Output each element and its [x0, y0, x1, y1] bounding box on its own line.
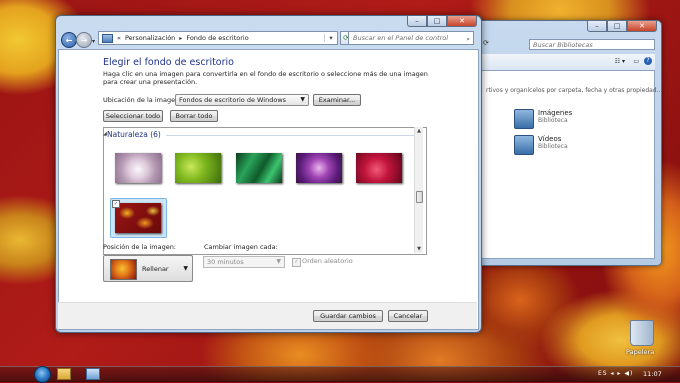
position-select[interactable]: Rellenar ▼ [103, 255, 193, 282]
page-description: Haga clic en una imagen para convertirla… [103, 70, 428, 86]
search-input[interactable]: Buscar en el Panel de control ⌕ [348, 31, 474, 45]
gallery-scrollbar[interactable]: ▲ ▼ [414, 127, 423, 253]
chevron-right-icon[interactable]: ▸ [179, 35, 182, 42]
back-arrow-icon: ← [65, 35, 73, 45]
autumn-leaves-image [115, 203, 161, 233]
library-type: Biblioteca [538, 117, 568, 124]
position-value: Rellenar [142, 265, 169, 273]
group-label[interactable]: Naturaleza (6) [107, 130, 161, 139]
location-select[interactable]: Fondos de escritorio de Windows ▼ [175, 94, 309, 106]
control-panel-taskbar-icon[interactable] [86, 368, 100, 380]
recycle-bin-label: Papelera [626, 348, 655, 356]
recent-pages-dropdown[interactable]: ▾ [92, 38, 95, 45]
refresh-icon[interactable]: ⟳ [483, 39, 489, 47]
libraries-toolbar: ☷ ▾ ▭ ? [477, 54, 655, 71]
page-title: Elegir el fondo de escritorio [103, 57, 234, 68]
taskbar [0, 366, 680, 382]
change-interval-select[interactable]: 30 minutos ▼ [203, 256, 285, 268]
caption-buttons: – □ ✕ [407, 16, 477, 27]
close-button[interactable]: ✕ [627, 21, 657, 32]
wallpaper-thumbnail[interactable] [356, 153, 402, 183]
forward-button[interactable]: → [76, 32, 92, 48]
scroll-down-icon[interactable]: ▼ [415, 245, 423, 253]
scrollbar-thumb[interactable] [416, 191, 423, 203]
explorer-taskbar-icon[interactable] [57, 368, 71, 380]
library-item-videos[interactable]: Vídeos Biblioteca [514, 135, 568, 155]
shuffle-checkbox[interactable]: ✓ [292, 258, 301, 267]
location-label: Ubicación de la imagen: [103, 96, 182, 104]
library-type: Biblioteca [538, 143, 568, 150]
wallpaper-thumbnail[interactable] [236, 153, 282, 183]
start-button-icon[interactable] [34, 366, 51, 383]
preview-pane-icon[interactable]: ▭ [633, 58, 639, 65]
position-label: Posición de la imagen: [103, 243, 177, 251]
wallpaper-thumbnail[interactable] [115, 153, 161, 183]
green-fronds-image [236, 153, 282, 183]
maximize-button[interactable]: □ [607, 21, 627, 32]
change-interval-label: Cambiar imagen cada: [204, 243, 278, 251]
library-name: Imágenes [538, 109, 573, 117]
scroll-up-icon[interactable]: ▲ [415, 127, 423, 135]
breadcrumb-item-desktop-background[interactable]: Fondo de escritorio [186, 34, 248, 42]
maximize-button[interactable]: □ [427, 16, 447, 27]
search-placeholder: Buscar en el Panel de control [353, 34, 449, 42]
wallpaper-thumbnail-selected[interactable] [115, 203, 161, 233]
library-name: Vídeos [538, 135, 562, 143]
purple-thistle-image [296, 153, 342, 183]
pictures-library-icon [514, 109, 534, 129]
search-icon[interactable]: ⌕ [466, 33, 470, 45]
white-flower-image [115, 153, 161, 183]
group-divider [166, 135, 414, 136]
change-interval-value: 30 minutos [207, 258, 244, 266]
libraries-search-input[interactable]: Buscar Bibliotecas [529, 39, 655, 50]
location-value: Fondos de escritorio de Windows [179, 96, 287, 104]
cancel-button[interactable]: Cancelar [388, 310, 428, 322]
address-dropdown-icon[interactable]: ▾ [324, 34, 337, 42]
breadcrumb-item-personalization[interactable]: Personalización [125, 34, 175, 42]
minimize-button[interactable]: – [587, 21, 607, 32]
breadcrumb-prefix[interactable]: « [117, 34, 121, 42]
clear-all-button[interactable]: Borrar todo [170, 110, 218, 122]
system-tray[interactable]: ES ◂ ▸ ◀) [598, 370, 633, 377]
green-leaves-image [175, 153, 221, 183]
libraries-description: rtivos y organícelos por carpeta, fecha … [486, 87, 663, 94]
videos-library-icon [514, 135, 534, 155]
save-changes-button[interactable]: Guardar cambios [313, 310, 383, 322]
chevron-down-icon: ▼ [300, 96, 305, 103]
wallpaper-thumbnail[interactable] [296, 153, 342, 183]
position-preview-image [110, 259, 137, 280]
libraries-window[interactable]: – □ ✕ ⟳ Buscar Bibliotecas ☷ ▾ ▭ ? rtivo… [470, 20, 662, 266]
taskbar-clock[interactable]: 11:07 [643, 370, 662, 378]
control-panel-icon [102, 33, 113, 43]
browse-button[interactable]: Examinar... [313, 94, 361, 106]
close-button[interactable]: ✕ [447, 16, 477, 27]
library-item-images[interactable]: Imágenes Biblioteca [514, 109, 572, 129]
red-flower-image [356, 153, 402, 183]
view-options-icon[interactable]: ☷ ▾ [615, 58, 625, 65]
libraries-content: rtivos y organícelos por carpeta, fecha … [477, 70, 662, 259]
address-bar[interactable]: « Personalización ▸ Fondo de escritorio … [98, 31, 338, 45]
libraries-caption-buttons: – □ ✕ [587, 21, 657, 32]
chevron-down-icon: ▼ [183, 265, 188, 272]
recycle-bin-icon[interactable] [630, 320, 654, 346]
wallpaper-thumbnail[interactable] [175, 153, 221, 183]
help-icon[interactable]: ? [644, 57, 652, 65]
chevron-down-icon: ▼ [276, 258, 281, 265]
thumbnail-checkbox[interactable]: ✓ [112, 200, 120, 208]
forward-arrow-icon: → [80, 35, 88, 45]
select-all-button[interactable]: Seleccionar todo [103, 110, 163, 122]
shuffle-label: Orden aleatorio [302, 257, 353, 265]
back-button[interactable]: ← [61, 32, 77, 48]
minimize-button[interactable]: – [407, 16, 427, 27]
